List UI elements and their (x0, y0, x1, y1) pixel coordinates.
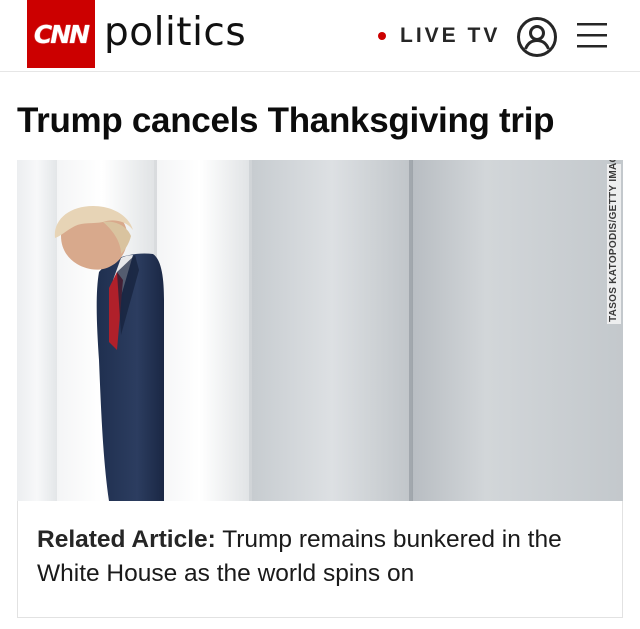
hamburger-menu-icon[interactable] (575, 20, 609, 50)
section-title-politics[interactable]: politics (104, 8, 246, 58)
image-credit: TASOS KATOPODIS/GETTY IMAGES (607, 160, 621, 324)
article-headline: Trump cancels Thanksgiving trip (17, 101, 555, 140)
related-article-label: Related Article: (37, 526, 216, 553)
user-circle-icon[interactable] (516, 16, 558, 58)
cnn-logo[interactable]: CNN (27, 0, 95, 68)
article-hero-image: TASOS KATOPODIS/GETTY IMAGES (17, 160, 623, 501)
site-header: CNN politics LIVE TV (0, 0, 640, 72)
related-article-text: Related Article: Trump remains bunkered … (37, 523, 607, 591)
cnn-logo-text: CNN (33, 19, 90, 49)
live-indicator-dot (378, 32, 386, 40)
live-tv-link[interactable]: LIVE TV (378, 22, 500, 50)
live-tv-label: LIVE TV (400, 24, 501, 47)
related-article-card[interactable]: Related Article: Trump remains bunkered … (17, 501, 623, 618)
